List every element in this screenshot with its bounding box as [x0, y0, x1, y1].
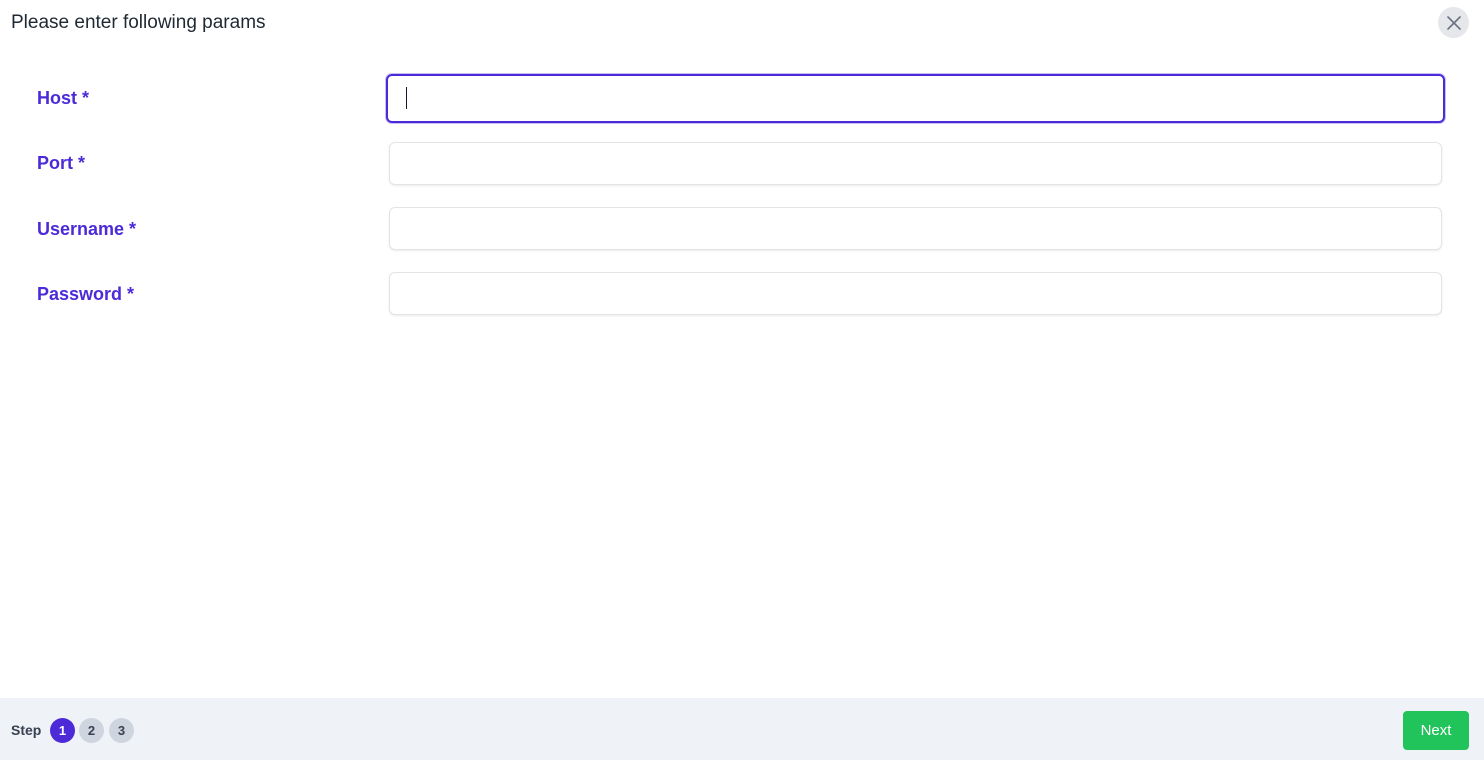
step-1-indicator[interactable]: 1 — [50, 718, 75, 743]
close-button[interactable] — [1438, 7, 1469, 38]
params-dialog: Please enter following params Host * Por… — [0, 0, 1484, 760]
next-button[interactable]: Next — [1403, 711, 1469, 750]
host-label: Host * — [37, 88, 90, 108]
step-label: Step — [11, 722, 42, 738]
password-input[interactable] — [389, 272, 1442, 315]
username-input[interactable] — [389, 207, 1442, 250]
password-label: Password * — [37, 284, 135, 304]
step-2-indicator[interactable]: 2 — [79, 718, 104, 743]
host-input[interactable] — [386, 74, 1445, 123]
dialog-title: Please enter following params — [11, 12, 266, 33]
step-3-indicator[interactable]: 3 — [109, 718, 134, 743]
close-icon — [1446, 15, 1461, 30]
dialog-footer: Step 1 2 3 Next — [0, 698, 1484, 760]
port-input[interactable] — [389, 142, 1442, 185]
port-label: Port * — [37, 153, 86, 173]
text-caret — [406, 87, 407, 109]
username-label: Username * — [37, 219, 137, 239]
